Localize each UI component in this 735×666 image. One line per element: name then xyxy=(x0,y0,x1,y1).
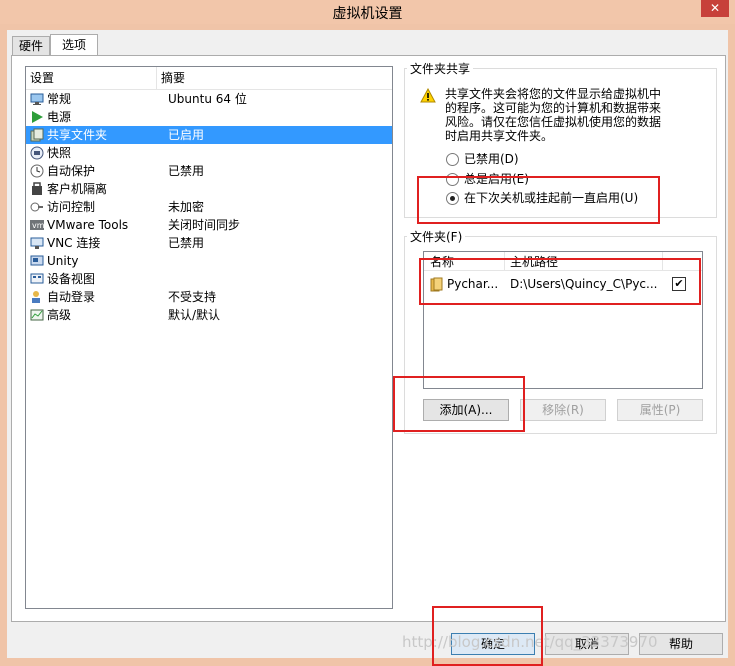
settings-item[interactable]: 访问控制 未加密 xyxy=(26,198,392,216)
warning-icon xyxy=(420,88,436,103)
folder-enabled-checkbox[interactable]: ✔ xyxy=(672,277,686,291)
warning-line: 时启用共享文件夹。 xyxy=(445,129,554,143)
add-folder-button[interactable]: 添加(A)... xyxy=(423,399,509,421)
remove-folder-button[interactable]: 移除(R) xyxy=(520,399,606,421)
column-header-name[interactable]: 名称 xyxy=(430,253,454,270)
settings-item[interactable]: 自动保护 已禁用 xyxy=(26,162,392,180)
unity-icon xyxy=(30,255,44,266)
radio-until-shutdown[interactable]: 在下次关机或挂起前一直启用(U) xyxy=(446,190,638,206)
settings-item[interactable]: 设备视图 xyxy=(26,270,392,288)
folder-list-header: 名称 主机路径 xyxy=(424,252,702,271)
settings-item-name: 快照 xyxy=(47,146,72,160)
warning-text: 共享文件夹会将您的文件显示给虚拟机中 的程序。这可能为您的计算机和数据带来 风险… xyxy=(445,87,661,143)
folder-path: D:\Users\Quincy_C\Pyc... xyxy=(510,277,658,291)
folders-title: 文件夹(F) xyxy=(407,228,466,245)
settings-rows: 常规 Ubuntu 64 位电源 共享文件夹 已启用 快照 自动保护 已禁用 客户机隔离 访问控… xyxy=(26,90,392,324)
settings-item-summary: 默认/默认 xyxy=(168,308,221,322)
settings-item-name: 常规 xyxy=(47,92,72,106)
autoprotect-icon xyxy=(30,164,44,178)
folder-name: Pychar... xyxy=(447,277,499,291)
settings-item[interactable]: vm VMware Tools 关闭时间同步 xyxy=(26,216,392,234)
radio-dot xyxy=(446,153,459,166)
watermark-text: http://blog.csdn.net/qq_33373970 xyxy=(402,633,658,651)
column-header-summary[interactable]: 摘要 xyxy=(157,67,387,89)
settings-item-name: 共享文件夹 xyxy=(47,128,108,142)
settings-item-name: 设备视图 xyxy=(47,272,96,286)
settings-item[interactable]: Unity xyxy=(26,252,392,270)
tab-options[interactable]: 选项 xyxy=(50,34,98,55)
radio-dot-checked xyxy=(446,192,459,205)
settings-list[interactable]: 设置 摘要 常规 Ubuntu 64 位电源 共享文件夹 已启用 快照 自动保护 已禁用 客户… xyxy=(25,66,393,609)
folder-properties-button[interactable]: 属性(P) xyxy=(617,399,703,421)
close-button[interactable]: ✕ xyxy=(701,0,729,17)
folder-row[interactable]: Pychar... D:\Users\Quincy_C\Pyc... ✔ xyxy=(424,274,702,296)
settings-item[interactable]: 客户机隔离 xyxy=(26,180,392,198)
settings-item-summary: 已禁用 xyxy=(168,164,205,178)
settings-item-name: 自动保护 xyxy=(47,164,96,178)
window-titlebar: 虚拟机设置 ✕ xyxy=(0,0,735,24)
radio-dot xyxy=(446,173,459,186)
radio-label: 已禁用(D) xyxy=(464,152,519,166)
column-header-setting[interactable]: 设置 xyxy=(26,67,157,89)
settings-item-name: 自动登录 xyxy=(47,290,96,304)
power-play-icon xyxy=(32,111,43,123)
radio-disabled[interactable]: 已禁用(D) xyxy=(446,151,519,167)
radio-label: 在下次关机或挂起前一直启用(U) xyxy=(464,191,639,205)
autologin-icon xyxy=(32,291,40,303)
access-control-icon xyxy=(30,202,43,212)
settings-item-name: 高级 xyxy=(47,308,72,322)
vmware-tools-icon: vm xyxy=(30,220,44,230)
settings-item-summary: 未加密 xyxy=(168,200,205,214)
settings-item[interactable]: 共享文件夹 已启用 xyxy=(26,126,392,144)
warning-line: 的程序。这可能为您的计算机和数据带来 xyxy=(445,101,662,115)
radio-label: 总是启用(E) xyxy=(464,172,529,186)
settings-item-summary: Ubuntu 64 位 xyxy=(168,92,247,106)
settings-list-header: 设置 摘要 xyxy=(26,67,392,90)
tab-hardware[interactable]: 硬件 xyxy=(12,36,50,55)
advanced-icon xyxy=(30,309,44,321)
settings-item-summary: 不受支持 xyxy=(168,290,217,304)
snapshot-icon xyxy=(30,146,44,160)
folder-icon xyxy=(430,277,443,292)
settings-item-name: 客户机隔离 xyxy=(47,182,108,196)
warning-line: 风险。请仅在您信任虚拟机使用您的数据 xyxy=(445,115,662,129)
folder-list[interactable]: 名称 主机路径 Pychar... D:\Users\Quincy_C\Pyc.… xyxy=(423,251,703,389)
folder-sharing-title: 文件夹共享 xyxy=(407,60,474,77)
settings-item[interactable]: 常规 Ubuntu 64 位 xyxy=(26,90,392,108)
settings-item-summary: 已启用 xyxy=(168,128,205,142)
shared-folder-icon xyxy=(30,128,44,142)
settings-item[interactable]: VNC 连接 已禁用 xyxy=(26,234,392,252)
warning-line: 共享文件夹会将您的文件显示给虚拟机中 xyxy=(445,87,662,101)
window-title: 虚拟机设置 xyxy=(332,6,403,22)
settings-item[interactable]: 电源 xyxy=(26,108,392,126)
svg-text:vm: vm xyxy=(32,221,44,230)
settings-item-summary: 已禁用 xyxy=(168,236,205,250)
monitor-icon xyxy=(30,93,44,105)
options-panel: 设置 摘要 常规 Ubuntu 64 位电源 共享文件夹 已启用 快照 自动保护 已禁用 客户… xyxy=(11,55,726,622)
settings-item[interactable]: 自动登录 不受支持 xyxy=(26,288,392,306)
settings-item-name: VNC 连接 xyxy=(47,236,101,250)
dialog-client: 硬件 选项 设置 摘要 常规 Ubuntu 64 位电源共享文件夹 已启用快照自动保… xyxy=(7,30,728,658)
settings-item-name: VMware Tools xyxy=(47,218,129,232)
column-header-host-path[interactable]: 主机路径 xyxy=(510,253,558,270)
settings-item-name: 访问控制 xyxy=(47,200,96,214)
vnc-icon xyxy=(30,237,44,249)
settings-item-name: 电源 xyxy=(47,110,72,124)
settings-item-summary: 关闭时间同步 xyxy=(168,218,241,232)
column-divider xyxy=(662,252,663,270)
settings-item[interactable]: 高级 默认/默认 xyxy=(26,306,392,324)
radio-always-enabled[interactable]: 总是启用(E) xyxy=(446,171,529,187)
settings-item[interactable]: 快照 xyxy=(26,144,392,162)
settings-item-name: Unity xyxy=(47,254,79,268)
isolation-icon xyxy=(32,182,42,195)
device-view-icon xyxy=(30,273,44,284)
column-divider xyxy=(504,252,505,270)
